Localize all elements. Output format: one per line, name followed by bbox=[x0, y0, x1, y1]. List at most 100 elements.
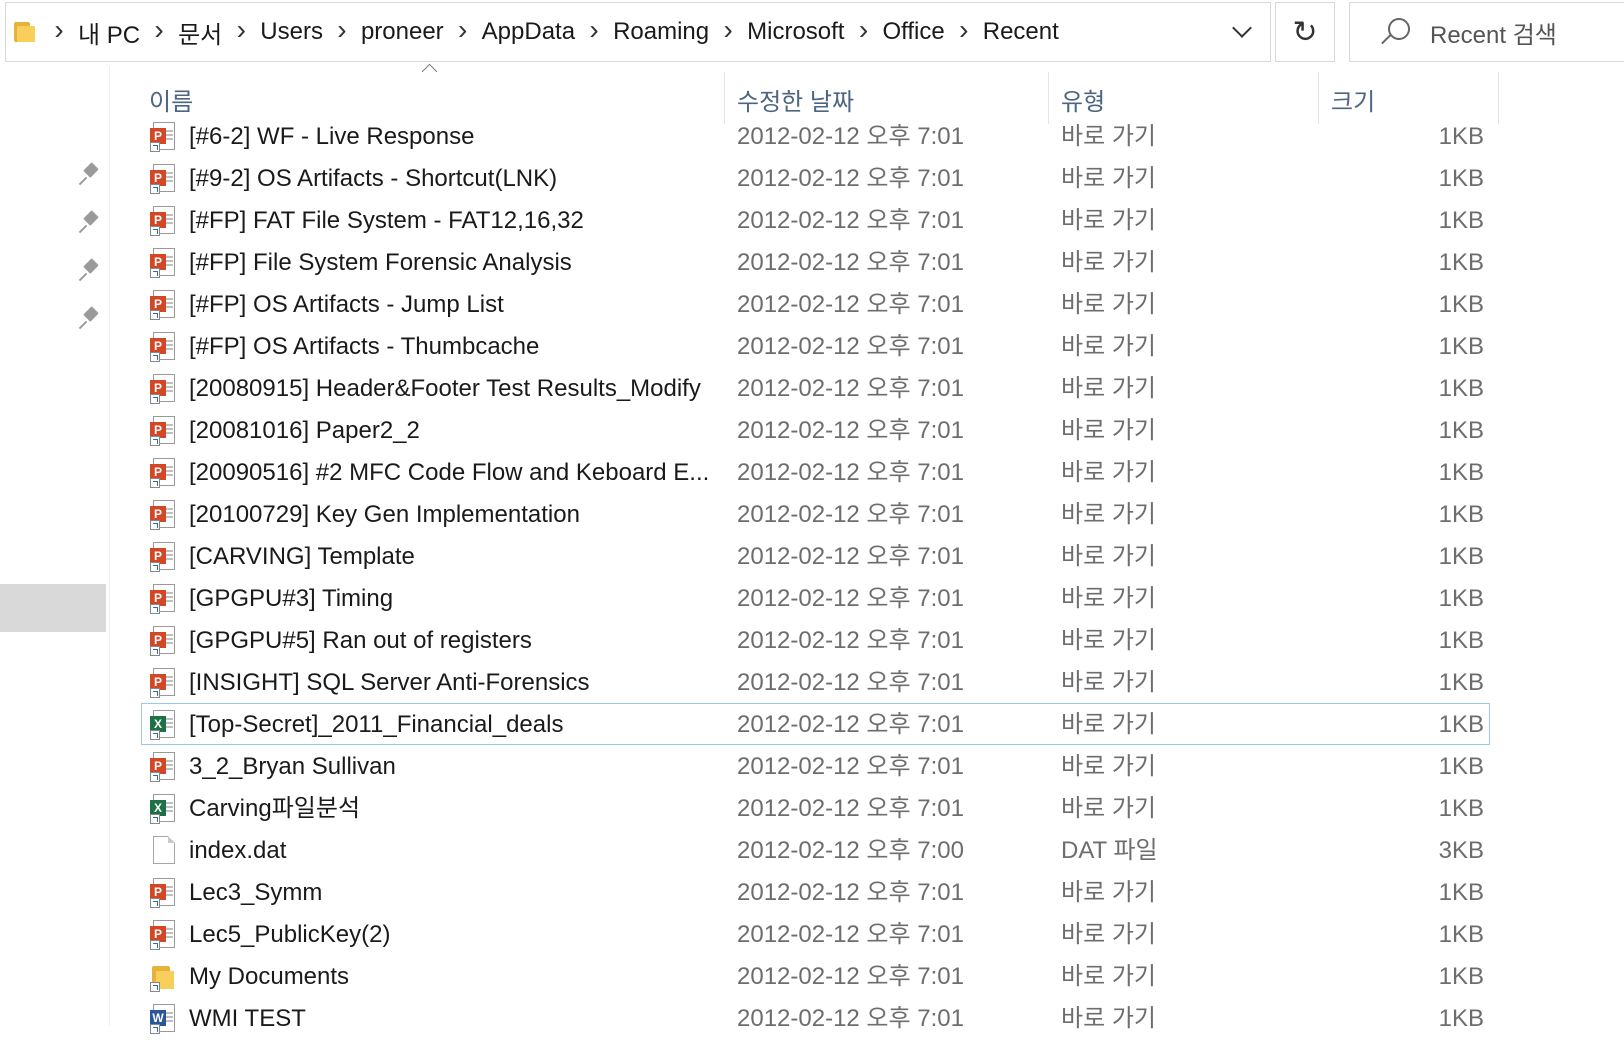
file-size: 3KB bbox=[1438, 837, 1484, 864]
file-name: [#FP] OS Artifacts - Jump List bbox=[189, 291, 504, 318]
file-row[interactable]: P [20090516] #2 MFC Code Flow and Keboard… bbox=[0, 452, 1624, 494]
file-name: [#6-2] WF - Live Response bbox=[189, 123, 475, 150]
file-type: 바로 가기 bbox=[1061, 585, 1156, 612]
file-date-modified: 2012-02-12 오후 7:01 bbox=[737, 669, 964, 696]
file-size: 1KB bbox=[1438, 207, 1484, 234]
file-date-modified: 2012-02-12 오후 7:01 bbox=[737, 249, 964, 276]
file-date-modified: 2012-02-12 오후 7:01 bbox=[737, 879, 964, 906]
search-input[interactable]: Recent 검색 bbox=[1430, 15, 1557, 50]
powerpoint-shortcut-icon: P bbox=[150, 920, 176, 950]
file-name: WMI TEST bbox=[189, 1005, 306, 1032]
breadcrumb-users[interactable]: Users bbox=[254, 18, 329, 46]
chevron-right-icon[interactable] bbox=[46, 16, 72, 48]
file-size: 1KB bbox=[1438, 963, 1484, 990]
file-size: 1KB bbox=[1438, 375, 1484, 402]
powerpoint-shortcut-icon: P bbox=[150, 584, 176, 614]
file-row[interactable]: P [#FP] OS Artifacts - Thumbcache 2012-02-… bbox=[0, 326, 1624, 368]
chevron-down-icon bbox=[1232, 18, 1252, 38]
file-date-modified: 2012-02-12 오후 7:01 bbox=[737, 963, 964, 990]
file-size: 1KB bbox=[1438, 459, 1484, 486]
breadcrumb-appdata[interactable]: AppData bbox=[476, 18, 581, 46]
file-name: index.dat bbox=[189, 837, 287, 864]
file-row[interactable]: P [20080915] Header&Footer Test Results_M… bbox=[0, 368, 1624, 410]
file-type: DAT 파일 bbox=[1061, 837, 1158, 864]
file-row[interactable]: P [CARVING] Template 2012-02-12 오후 7:01 바로 … bbox=[0, 536, 1624, 578]
file-size: 1KB bbox=[1438, 165, 1484, 192]
file-row[interactable]: P [GPGPU#3] Timing 2012-02-12 오후 7:01 바로 가기… bbox=[0, 578, 1624, 620]
file-row[interactable]: P [#6-2] WF - Live Response 2012-02-12 오후 … bbox=[0, 116, 1624, 158]
toolbar: 내 PC 문서 Users proneer AppData Roaming Mi… bbox=[0, 0, 1624, 66]
file-row[interactable]: P [20100729] Key Gen Implementation 2012-0… bbox=[0, 494, 1624, 536]
file-date-modified: 2012-02-12 오후 7:01 bbox=[737, 543, 964, 570]
file-row[interactable]: My Documents 2012-02-12 오후 7:01 바로 가기 1KB bbox=[0, 956, 1624, 998]
file-row[interactable]: index.dat 2012-02-12 오후 7:00 DAT 파일 3KB bbox=[0, 830, 1624, 872]
breadcrumb-roaming[interactable]: Roaming bbox=[607, 18, 715, 46]
file-row[interactable]: P [INSIGHT] SQL Server Anti-Forensics 2012… bbox=[0, 662, 1624, 704]
file-row[interactable]: P [#FP] FAT File System - FAT12,16,32 2012… bbox=[0, 200, 1624, 242]
file-type: 바로 가기 bbox=[1061, 627, 1156, 654]
powerpoint-shortcut-icon: P bbox=[150, 332, 176, 362]
breadcrumb-microsoft[interactable]: Microsoft bbox=[741, 18, 850, 46]
address-history-button[interactable] bbox=[1214, 3, 1270, 61]
powerpoint-shortcut-icon: P bbox=[150, 752, 176, 782]
sort-ascending-icon bbox=[421, 63, 438, 80]
chevron-right-icon[interactable] bbox=[581, 16, 607, 48]
file-row[interactable]: P [GPGPU#5] Ran out of registers 2012-02-1… bbox=[0, 620, 1624, 662]
breadcrumb-proneer[interactable]: proneer bbox=[355, 18, 450, 46]
file-type: 바로 가기 bbox=[1061, 165, 1156, 192]
file-date-modified: 2012-02-12 오후 7:01 bbox=[737, 711, 964, 738]
breadcrumb-recent[interactable]: Recent bbox=[977, 18, 1065, 46]
powerpoint-shortcut-icon: P bbox=[150, 500, 176, 530]
file-date-modified: 2012-02-12 오후 7:01 bbox=[737, 375, 964, 402]
file-row[interactable]: P [#9-2] OS Artifacts - Shortcut(LNK) 2012… bbox=[0, 158, 1624, 200]
chevron-right-icon[interactable] bbox=[329, 16, 355, 48]
file-size: 1KB bbox=[1438, 291, 1484, 318]
file-size: 1KB bbox=[1438, 333, 1484, 360]
file-size: 1KB bbox=[1438, 1005, 1484, 1032]
file-row[interactable]: P [#FP] OS Artifacts - Jump List 2012-02-1… bbox=[0, 284, 1624, 326]
powerpoint-shortcut-icon: P bbox=[150, 878, 176, 908]
powerpoint-shortcut-icon: P bbox=[150, 416, 176, 446]
file-type: 바로 가기 bbox=[1061, 669, 1156, 696]
refresh-button[interactable]: ↻ bbox=[1275, 2, 1335, 62]
file-type: 바로 가기 bbox=[1061, 711, 1156, 738]
chevron-right-icon[interactable] bbox=[146, 16, 172, 48]
file-type: 바로 가기 bbox=[1061, 543, 1156, 570]
file-size: 1KB bbox=[1438, 669, 1484, 696]
file-row[interactable]: W WMI TEST 2012-02-12 오후 7:01 바로 가기 1KB bbox=[0, 998, 1624, 1040]
file-type: 바로 가기 bbox=[1061, 879, 1156, 906]
powerpoint-shortcut-icon: P bbox=[150, 668, 176, 698]
file-row[interactable]: X Carving파일분석 2012-02-12 오후 7:01 바로 가기 1KB bbox=[0, 788, 1624, 830]
chevron-right-icon[interactable] bbox=[450, 16, 476, 48]
file-date-modified: 2012-02-12 오후 7:01 bbox=[737, 501, 964, 528]
file-row[interactable]: P Lec5_PublicKey(2) 2012-02-12 오후 7:01 바로 가… bbox=[0, 914, 1624, 956]
file-date-modified: 2012-02-12 오후 7:01 bbox=[737, 333, 964, 360]
search-box[interactable]: Recent 검색 bbox=[1349, 2, 1624, 62]
search-icon bbox=[1376, 12, 1416, 52]
file-name: Carving파일분석 bbox=[189, 795, 361, 822]
breadcrumb-documents[interactable]: 문서 bbox=[172, 15, 228, 50]
file-name: [#FP] FAT File System - FAT12,16,32 bbox=[189, 207, 584, 234]
chevron-right-icon[interactable] bbox=[228, 16, 254, 48]
file-type: 바로 가기 bbox=[1061, 459, 1156, 486]
file-size: 1KB bbox=[1438, 585, 1484, 612]
file-name: [GPGPU#3] Timing bbox=[189, 585, 394, 612]
file-row[interactable]: P 3_2_Bryan Sullivan 2012-02-12 오후 7:01 바로 … bbox=[0, 746, 1624, 788]
file-name: [#FP] File System Forensic Analysis bbox=[189, 249, 572, 276]
breadcrumb-this-pc[interactable]: 내 PC bbox=[72, 15, 146, 50]
file-row[interactable]: P [#FP] File System Forensic Analysis 2012… bbox=[0, 242, 1624, 284]
file-name: [Top-Secret]_2011_Financial_deals bbox=[189, 711, 564, 738]
chevron-right-icon[interactable] bbox=[850, 16, 876, 48]
chevron-right-icon[interactable] bbox=[951, 16, 977, 48]
address-bar[interactable]: 내 PC 문서 Users proneer AppData Roaming Mi… bbox=[5, 2, 1271, 62]
file-type: 바로 가기 bbox=[1061, 291, 1156, 318]
file-date-modified: 2012-02-12 오후 7:00 bbox=[737, 837, 964, 864]
powerpoint-shortcut-icon: P bbox=[150, 290, 176, 320]
file-row[interactable]: P Lec3_Symm 2012-02-12 오후 7:01 바로 가기 1KB bbox=[0, 872, 1624, 914]
file-row[interactable]: P [20081016] Paper2_2 2012-02-12 오후 7:01 바로… bbox=[0, 410, 1624, 452]
breadcrumb-office[interactable]: Office bbox=[876, 18, 950, 46]
powerpoint-shortcut-icon: P bbox=[150, 626, 176, 656]
file-row[interactable]: X [Top-Secret]_2011_Financial_deals 2012-0… bbox=[0, 703, 1624, 746]
chevron-right-icon[interactable] bbox=[715, 16, 741, 48]
excel-shortcut-icon: X bbox=[150, 710, 176, 740]
